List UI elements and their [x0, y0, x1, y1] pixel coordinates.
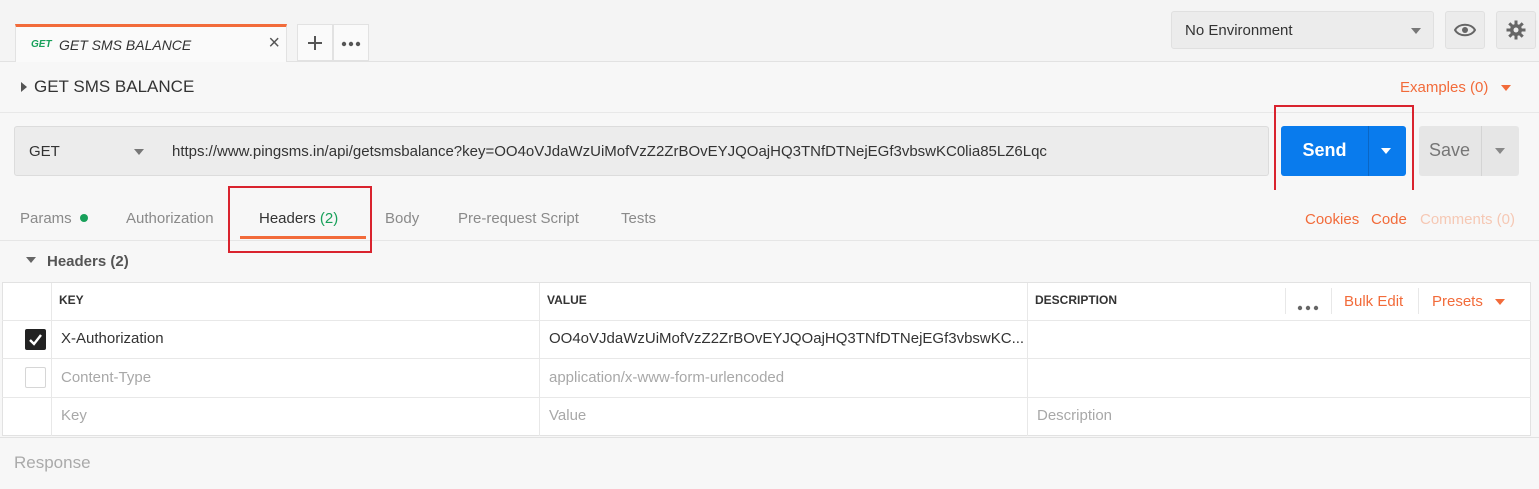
more-icon	[341, 41, 361, 47]
header-key-cell[interactable]: Content-Type	[61, 369, 151, 386]
settings-button[interactable]	[1496, 11, 1536, 49]
table-divider	[1331, 288, 1332, 314]
caret-right-icon[interactable]	[21, 82, 27, 92]
table-divider	[1285, 288, 1286, 314]
cookies-link[interactable]: Cookies	[1305, 211, 1359, 228]
header-row-checkbox[interactable]	[25, 367, 46, 388]
tab-prerequest-script[interactable]: Pre-request Script	[458, 210, 579, 227]
headers-section-label: Headers	[47, 253, 107, 270]
tab-tests[interactable]: Tests	[621, 210, 656, 227]
environment-select[interactable]: No Environment	[1171, 11, 1434, 49]
header-value-cell[interactable]: application/x-www-form-urlencoded	[549, 369, 784, 386]
header-key-cell[interactable]: X-Authorization	[61, 330, 164, 347]
header-value-cell[interactable]: OO4oVJdaWzUiMofVzZ2ZrBOvEYJQOajHQ3TNfDTN…	[549, 330, 1024, 347]
save-divider	[1481, 126, 1482, 176]
request-tab-method: GET	[31, 39, 52, 50]
environment-quick-look-button[interactable]	[1445, 11, 1485, 49]
url-value: https://www.pingsms.in/api/getsmsbalance…	[172, 143, 1047, 160]
table-divider	[2, 320, 1531, 321]
more-icon[interactable]	[1297, 298, 1319, 315]
chevron-down-icon[interactable]	[26, 257, 36, 263]
tab-body[interactable]: Body	[385, 210, 419, 227]
chevron-down-icon[interactable]	[1495, 299, 1505, 305]
eye-icon	[1453, 23, 1477, 37]
tab-authorization[interactable]: Authorization	[126, 210, 214, 227]
request-tab-name: GET SMS BALANCE	[59, 37, 192, 53]
method-select[interactable]: GET	[14, 126, 160, 176]
tab-params[interactable]: Params	[20, 210, 72, 227]
new-header-value-input[interactable]: Value	[549, 407, 586, 424]
request-tab[interactable]: GET GET SMS BALANCE ×	[15, 24, 287, 62]
chevron-down-icon[interactable]	[1495, 148, 1505, 154]
table-divider	[2, 397, 1531, 398]
tab-options-button[interactable]	[333, 24, 369, 61]
chevron-down-icon	[134, 149, 144, 155]
gear-icon	[1506, 20, 1526, 40]
headers-highlight-box	[228, 186, 372, 253]
bulk-edit-link[interactable]: Bulk Edit	[1344, 293, 1403, 310]
new-header-description-input[interactable]: Description	[1037, 407, 1112, 424]
column-header-description: DESCRIPTION	[1035, 293, 1118, 307]
request-title[interactable]: GET SMS BALANCE	[34, 77, 194, 97]
method-label: GET	[29, 143, 60, 160]
header-row-checkbox[interactable]	[25, 329, 46, 350]
save-button[interactable]: Save	[1419, 126, 1519, 176]
table-divider	[1027, 283, 1028, 436]
chevron-down-icon	[1411, 28, 1421, 34]
column-header-key: KEY	[59, 293, 84, 307]
column-header-value: VALUE	[547, 293, 587, 307]
new-header-key-input[interactable]: Key	[61, 407, 87, 424]
examples-link[interactable]: Examples (0)	[1400, 79, 1488, 96]
code-link[interactable]: Code	[1371, 211, 1407, 228]
comments-link[interactable]: Comments (0)	[1420, 211, 1515, 228]
plus-icon	[308, 36, 322, 50]
response-label: Response	[14, 453, 91, 472]
params-indicator-dot	[80, 214, 88, 222]
environment-label: No Environment	[1185, 22, 1293, 39]
table-divider	[1418, 288, 1419, 314]
headers-section-title[interactable]: Headers (2)	[47, 253, 129, 270]
table-divider	[2, 358, 1531, 359]
chevron-down-icon[interactable]	[1501, 85, 1511, 91]
checkmark-icon	[29, 334, 42, 346]
url-input[interactable]: https://www.pingsms.in/api/getsmsbalance…	[159, 126, 1269, 176]
response-pane: Response	[0, 437, 1539, 489]
table-divider	[539, 283, 540, 436]
headers-section-count: (2)	[110, 253, 129, 270]
presets-link[interactable]: Presets	[1432, 293, 1483, 310]
new-tab-button[interactable]	[297, 24, 333, 61]
table-divider	[51, 283, 52, 436]
close-icon[interactable]: ×	[268, 33, 280, 53]
save-label: Save	[1429, 140, 1471, 160]
send-highlight-box	[1274, 105, 1414, 194]
